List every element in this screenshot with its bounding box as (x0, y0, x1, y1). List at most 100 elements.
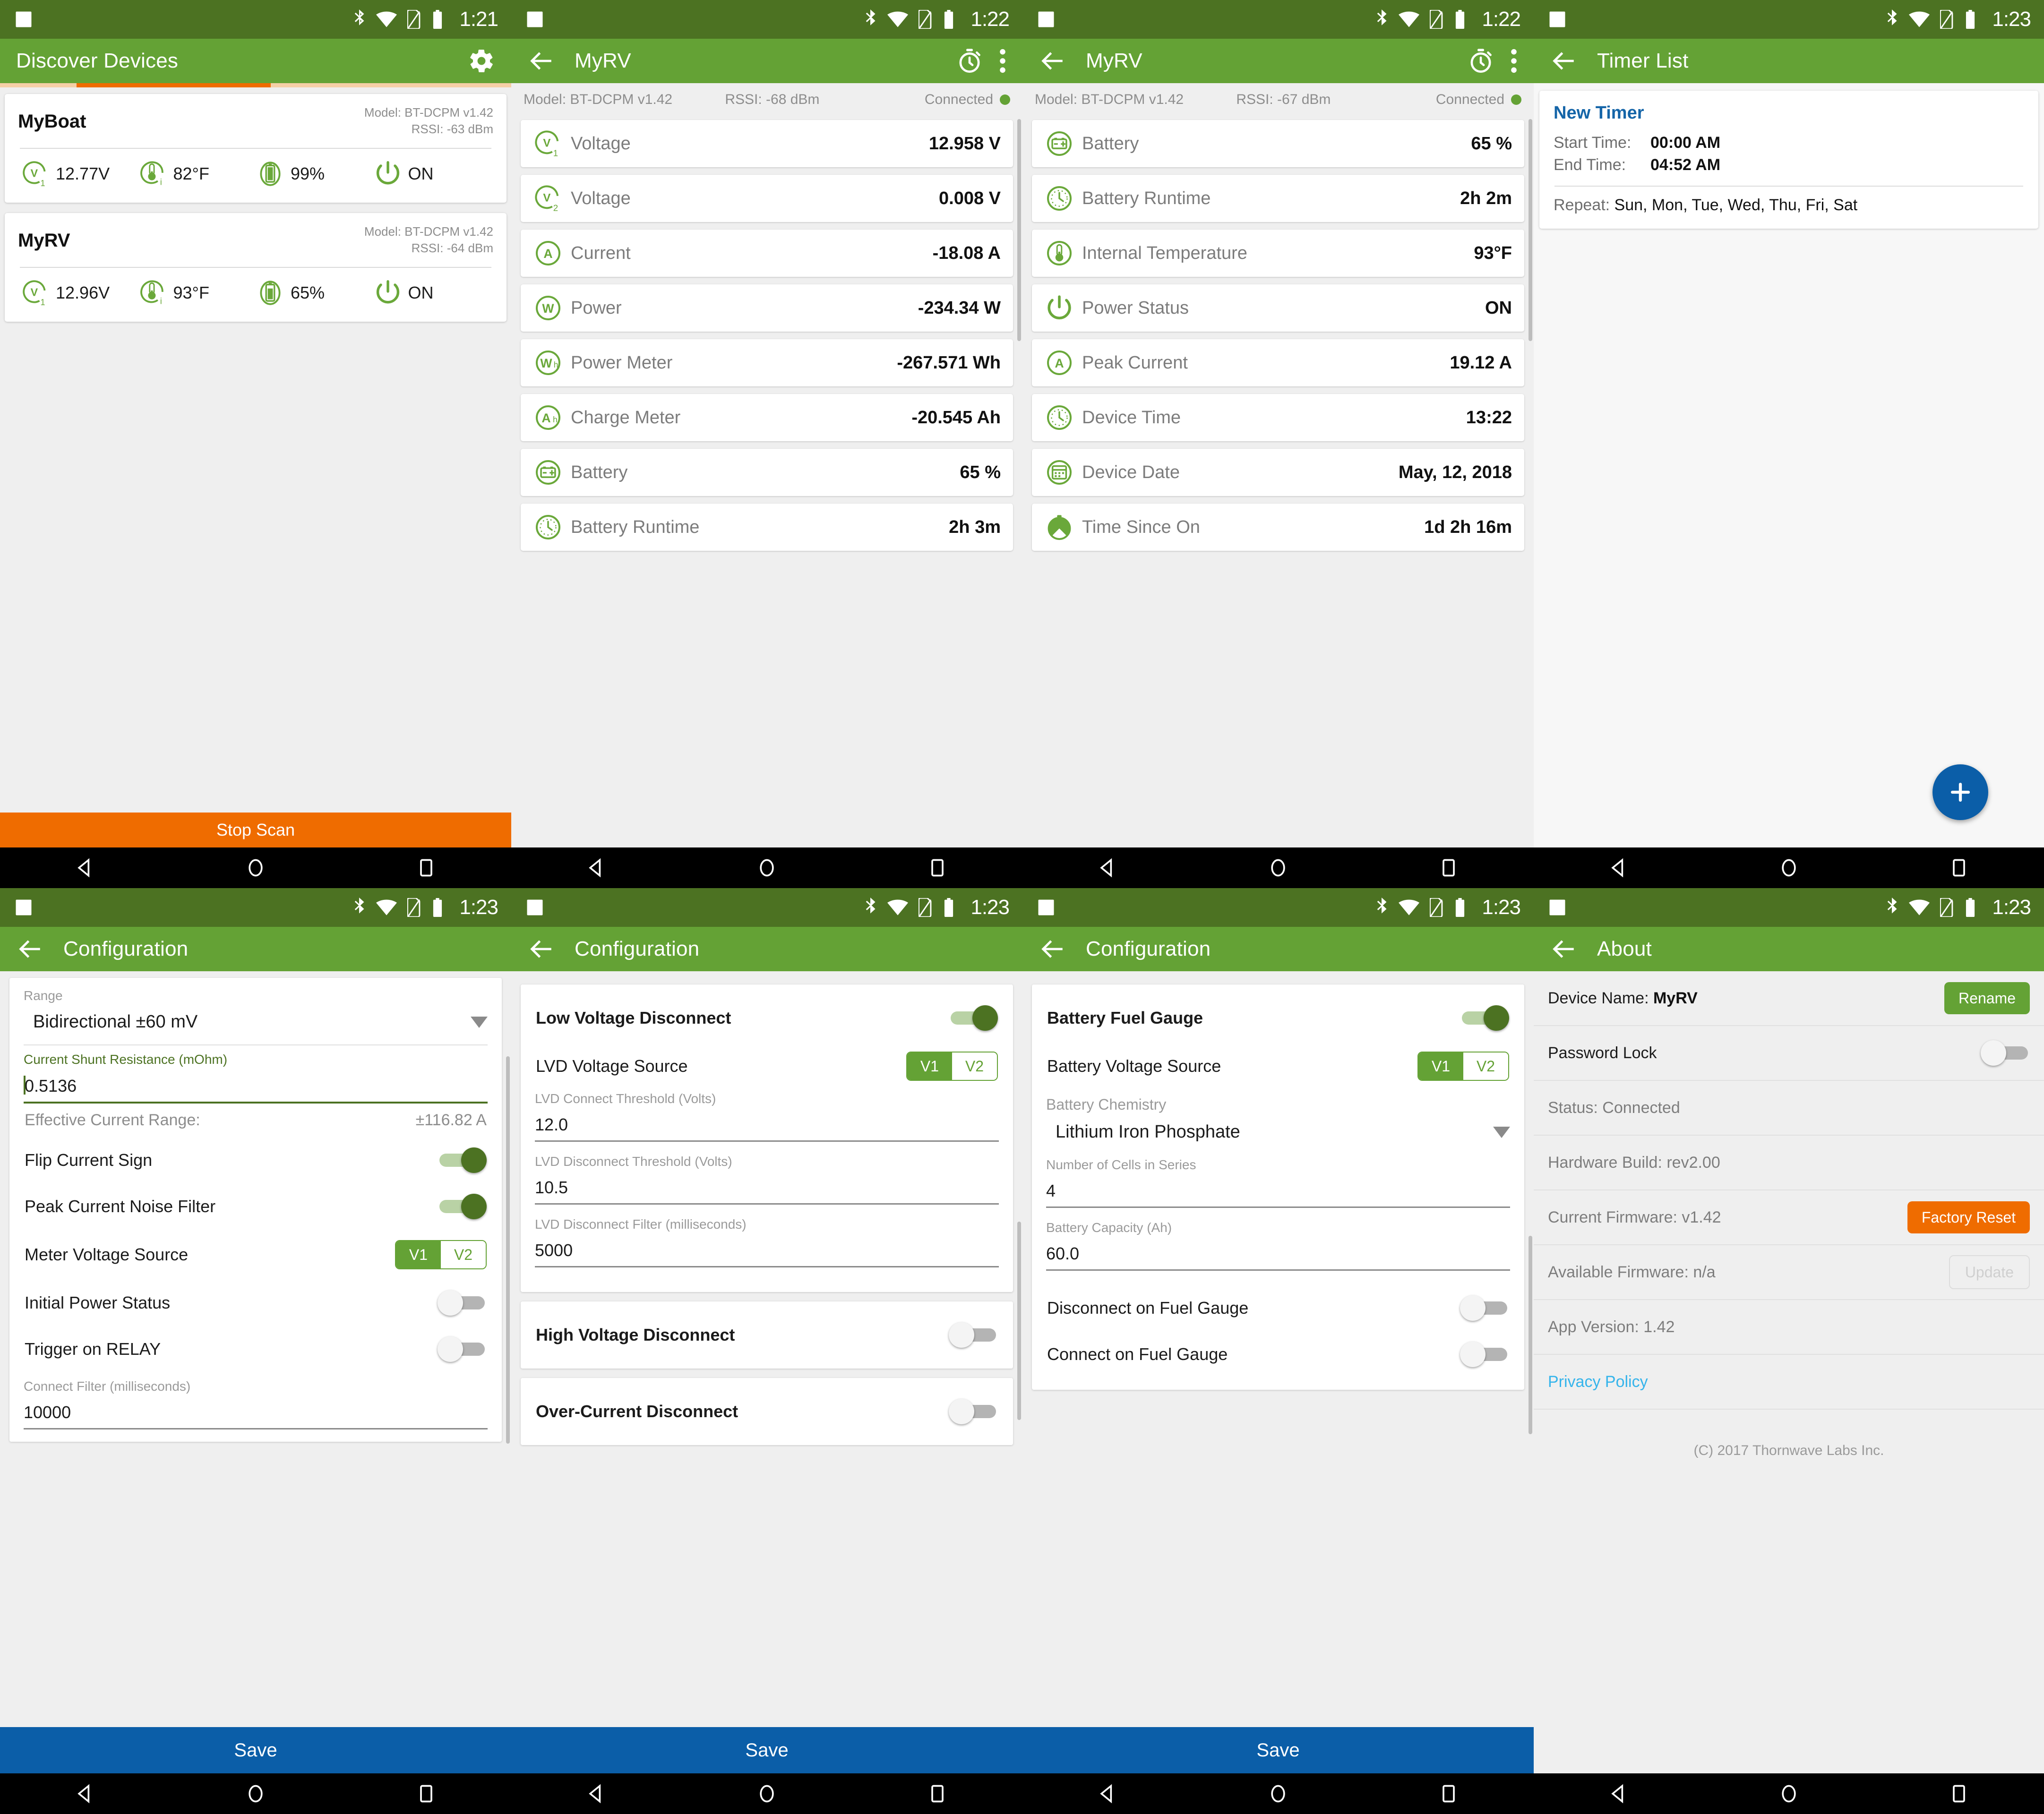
nav-home-icon[interactable] (245, 1783, 266, 1804)
measurement-row-peak-current[interactable]: A Peak Current 19.12 A (1032, 339, 1524, 386)
measurement-row-charge-meter[interactable]: Ah Charge Meter -20.545 Ah (521, 394, 1013, 441)
back-arrow-icon[interactable] (1039, 47, 1066, 75)
measurement-row-device-time[interactable]: Device Time 13:22 (1032, 394, 1524, 441)
back-arrow-icon[interactable] (527, 47, 555, 75)
device-card-myrv[interactable]: MyRV Model: BT-DCPM v1.42 RSSI: -64 dBm … (5, 213, 507, 322)
vertical-scrollbar[interactable] (1529, 119, 1532, 341)
nav-recents-icon[interactable] (416, 857, 437, 878)
nav-home-icon[interactable] (1268, 1783, 1288, 1804)
back-arrow-icon[interactable] (16, 935, 43, 963)
stop-scan-button[interactable]: Stop Scan (0, 813, 511, 847)
measurement-row-device-date[interactable]: Device Date May, 12, 2018 (1032, 449, 1524, 496)
measurement-row-power-status[interactable]: Power Status ON (1032, 284, 1524, 332)
nav-back-icon[interactable] (1608, 857, 1629, 878)
fuel-gauge-header[interactable]: Battery Fuel Gauge (1046, 995, 1510, 1041)
measurement-row-power[interactable]: W Power -234.34 W (521, 284, 1013, 332)
peak-current-noise-filter-toggle[interactable] (438, 1194, 487, 1219)
nav-back-icon[interactable] (75, 1783, 95, 1804)
rename-button[interactable]: Rename (1944, 982, 2030, 1014)
lvd-header[interactable]: Low Voltage Disconnect (535, 995, 999, 1041)
device-card-myboat[interactable]: MyBoat Model: BT-DCPM v1.42 RSSI: -63 dB… (5, 94, 507, 203)
save-button[interactable]: Save (511, 1727, 1022, 1773)
timer-icon[interactable] (956, 48, 983, 74)
measurement-row-voltage-2[interactable]: V2 Voltage 0.008 V (521, 175, 1013, 222)
nav-home-icon[interactable] (1268, 857, 1288, 878)
setting-meter-voltage-source[interactable]: Meter Voltage Source V1 V2 (24, 1230, 488, 1280)
setting-trigger-on-relay[interactable]: Trigger on RELAY (24, 1326, 488, 1372)
back-arrow-icon[interactable] (1550, 935, 1577, 963)
setting-disconnect-on-fuel-gauge[interactable]: Disconnect on Fuel Gauge (1046, 1285, 1510, 1331)
vertical-scrollbar[interactable] (1017, 1222, 1021, 1420)
fuel-gauge-enable-toggle[interactable] (1460, 1005, 1509, 1031)
back-arrow-icon[interactable] (1039, 935, 1066, 963)
lvd-connect-threshold-input[interactable]: 12.0 (535, 1110, 999, 1140)
measurement-row-current[interactable]: A Current -18.08 A (521, 230, 1013, 277)
nav-recents-icon[interactable] (416, 1783, 437, 1804)
nav-recents-icon[interactable] (927, 857, 948, 878)
measurement-row-internal-temperature[interactable]: Internal Temperature 93°F (1032, 230, 1524, 277)
battery-capacity-input[interactable]: 60.0 (1046, 1239, 1510, 1269)
lvd-voltage-source-row[interactable]: LVD Voltage Source V1 V2 (535, 1041, 999, 1091)
connect-on-fuel-gauge-toggle[interactable] (1460, 1342, 1509, 1367)
nav-home-icon[interactable] (1778, 857, 1799, 878)
about-row-privacy-policy[interactable]: Privacy Policy (1534, 1355, 2044, 1410)
add-timer-button[interactable] (1932, 764, 1988, 820)
nav-home-icon[interactable] (756, 1783, 777, 1804)
save-button[interactable]: Save (0, 1727, 511, 1773)
segment-v2[interactable]: V2 (441, 1241, 486, 1268)
lvd-disconnect-threshold-input[interactable]: 10.5 (535, 1173, 999, 1203)
measurement-row-time-since-on[interactable]: Time Since On 1d 2h 16m (1032, 504, 1524, 551)
nav-home-icon[interactable] (1778, 1783, 1799, 1804)
vertical-scrollbar[interactable] (1017, 119, 1021, 341)
segment-v2[interactable]: V2 (1463, 1052, 1508, 1080)
setting-connect-on-fuel-gauge[interactable]: Connect on Fuel Gauge (1046, 1331, 1510, 1378)
battery-chemistry-select[interactable]: Lithium Iron Phosphate (1046, 1117, 1510, 1151)
measurement-row-battery[interactable]: Battery 65 % (521, 449, 1013, 496)
measurement-row-battery-runtime[interactable]: Battery Runtime 2h 3m (521, 504, 1013, 551)
nav-recents-icon[interactable] (927, 1783, 948, 1804)
back-arrow-icon[interactable] (527, 935, 555, 963)
initial-power-status-toggle[interactable] (438, 1290, 487, 1316)
battery-voltage-source-segmented[interactable]: V1 V2 (1417, 1052, 1509, 1081)
setting-initial-power-status[interactable]: Initial Power Status (24, 1280, 488, 1326)
segment-v1[interactable]: V1 (1418, 1052, 1463, 1080)
nav-recents-icon[interactable] (1438, 1783, 1459, 1804)
nav-back-icon[interactable] (586, 1783, 607, 1804)
ocd-header[interactable]: Over-Current Disconnect (535, 1394, 999, 1429)
lvd-disconnect-filter-input[interactable]: 5000 (535, 1236, 999, 1266)
lvd-voltage-source-segmented[interactable]: V1 V2 (906, 1052, 998, 1081)
factory-reset-button[interactable]: Factory Reset (1907, 1201, 2030, 1233)
gear-icon[interactable] (468, 47, 495, 75)
lvd-enable-toggle[interactable] (949, 1005, 998, 1031)
segment-v2[interactable]: V2 (952, 1052, 997, 1080)
hvd-header[interactable]: High Voltage Disconnect (535, 1318, 999, 1352)
nav-home-icon[interactable] (245, 857, 266, 878)
nav-recents-icon[interactable] (1438, 857, 1459, 878)
nav-home-icon[interactable] (756, 857, 777, 878)
shunt-resistance-input[interactable]: 0.5136 (24, 1071, 488, 1102)
privacy-policy-link[interactable]: Privacy Policy (1548, 1373, 1648, 1391)
disconnect-on-fuel-gauge-toggle[interactable] (1460, 1295, 1509, 1321)
measurement-row-battery[interactable]: Battery 65 % (1032, 120, 1524, 167)
nav-back-icon[interactable] (1097, 857, 1118, 878)
flip-current-sign-toggle[interactable] (438, 1147, 487, 1173)
overflow-menu-icon[interactable] (1510, 47, 1518, 75)
connect-filter-input[interactable]: 10000 (24, 1398, 488, 1428)
nav-back-icon[interactable] (75, 857, 95, 878)
nav-back-icon[interactable] (1097, 1783, 1118, 1804)
setting-peak-current-noise-filter[interactable]: Peak Current Noise Filter (24, 1183, 488, 1230)
meter-voltage-source-segmented[interactable]: V1 V2 (395, 1240, 487, 1269)
timer-icon[interactable] (1468, 48, 1494, 74)
measurement-row-battery-runtime[interactable]: Battery Runtime 2h 2m (1032, 175, 1524, 222)
cells-in-series-input[interactable]: 4 (1046, 1176, 1510, 1206)
password-lock-toggle[interactable] (1981, 1040, 2030, 1066)
battery-voltage-source-row[interactable]: Battery Voltage Source V1 V2 (1046, 1041, 1510, 1091)
nav-recents-icon[interactable] (1949, 857, 1969, 878)
nav-back-icon[interactable] (1608, 1783, 1629, 1804)
about-row-password-lock[interactable]: Password Lock (1534, 1026, 2044, 1081)
measurement-row-voltage-1[interactable]: V1 Voltage 12.958 V (521, 120, 1013, 167)
range-select[interactable]: Bidirectional ±60 mV (24, 1007, 488, 1041)
overflow-menu-icon[interactable] (999, 47, 1006, 75)
setting-flip-current-sign[interactable]: Flip Current Sign (24, 1137, 488, 1183)
hvd-enable-toggle[interactable] (949, 1322, 998, 1348)
